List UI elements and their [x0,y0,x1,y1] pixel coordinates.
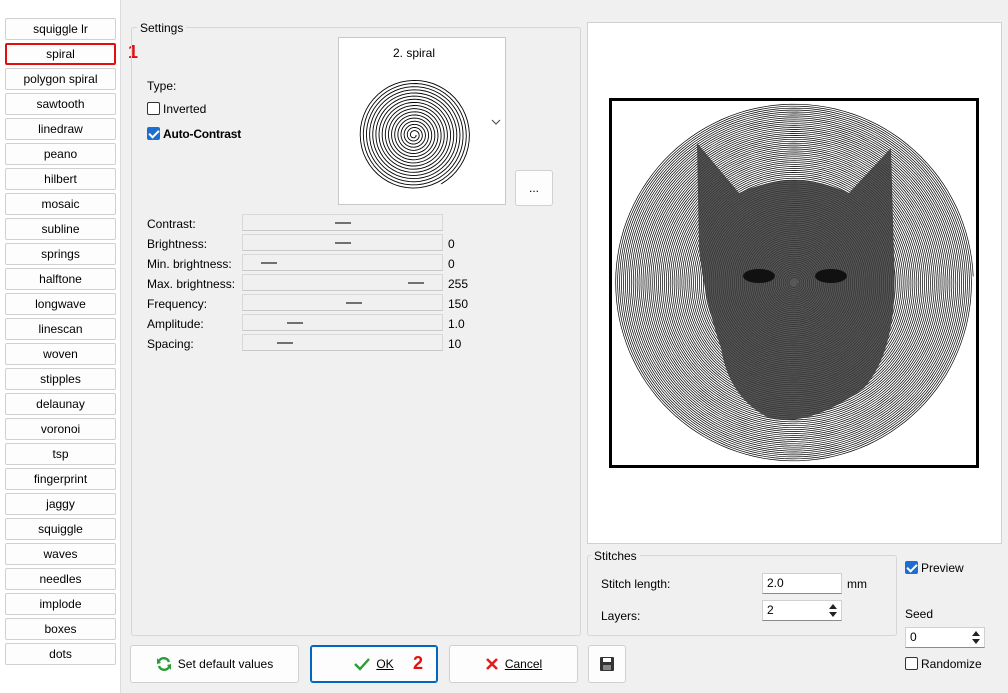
slider-track[interactable] [242,214,443,231]
slider-value: 10 [448,337,462,351]
layers-label: Layers: [601,609,641,623]
set-default-values-button[interactable]: Set default values [130,645,299,683]
auto-contrast-label: Auto-Contrast [163,127,242,141]
type-dropdown-value: 2. spiral [392,46,436,60]
slider-label: Frequency: [147,297,208,311]
slider-value: 0 [448,257,455,271]
stitch-length-input[interactable]: 2.0 [762,573,842,594]
floppy-disk-icon [600,657,614,671]
randomize-checkbox[interactable] [905,657,918,670]
inverted-label: Inverted [163,102,207,116]
layers-spinbox[interactable]: 2 [762,600,842,621]
seed-spin-buttons[interactable] [969,629,983,646]
slider-track[interactable] [242,234,443,251]
algorithm-button[interactable]: delaunay [5,393,116,415]
slider-thumb[interactable] [261,262,277,264]
algorithm-button[interactable]: needles [5,568,116,590]
stitches-group-title: Stitches [591,549,640,563]
cancel-button[interactable]: Cancel [449,645,578,683]
slider-label: Min. brightness: [147,257,232,271]
preview-panel [587,22,1002,544]
algorithm-button[interactable]: jaggy [5,493,116,515]
algorithm-button[interactable]: squiggle lr [5,18,116,40]
algorithm-button[interactable]: halftone [5,268,116,290]
more-options-button[interactable]: ... [515,170,553,206]
algorithm-button[interactable]: fingerprint [5,468,116,490]
algorithm-button[interactable]: linedraw [5,118,116,140]
algorithm-button[interactable]: springs [5,243,116,265]
stitch-length-unit: mm [847,577,867,591]
slider-thumb[interactable] [277,342,293,344]
algorithm-button[interactable]: dots [5,643,116,665]
algorithm-button[interactable]: linescan [5,318,116,340]
preview-image [609,98,979,468]
algorithm-sidebar: squiggle lr spiral polygon spiral sawtooth l… [0,0,121,693]
settings-group-title: Settings [137,21,187,35]
seed-label: Seed [905,607,934,621]
algorithm-button[interactable]: subline [5,218,116,240]
slider-value: 1.0 [448,317,465,331]
algorithm-button[interactable]: implode [5,593,116,615]
algorithm-button[interactable]: voronoi [5,418,116,440]
algorithm-button[interactable]: waves [5,543,116,565]
slider-track[interactable] [242,334,443,351]
algorithm-button[interactable]: woven [5,343,116,365]
preview-label: Preview [921,561,964,575]
layers-value: 2 [767,603,774,617]
slider-track[interactable] [242,274,443,291]
randomize-label: Randomize [921,657,982,671]
slider-thumb[interactable] [287,322,303,324]
type-dropdown[interactable]: 2. spiral [338,37,506,205]
cancel-label: Cancel [504,657,543,671]
stitches-group [587,555,897,636]
slider-value: 255 [448,277,469,291]
type-label: Type: [147,79,177,93]
spiral-thumbnail [359,79,470,189]
refresh-icon [156,657,171,671]
algorithm-button[interactable]: spiral [5,43,116,65]
close-icon [485,658,498,670]
slider-label: Amplitude: [147,317,204,331]
seed-value: 0 [910,630,917,644]
slider-track[interactable] [242,254,443,271]
slider-label: Max. brightness: [147,277,236,291]
chevron-down-icon [491,119,501,125]
algorithm-button[interactable]: squiggle [5,518,116,540]
slider-thumb[interactable] [335,222,351,224]
stitch-length-label: Stitch length: [601,577,671,591]
slider-thumb[interactable] [408,282,424,284]
layers-spin-buttons[interactable] [826,602,840,619]
slider-thumb[interactable] [335,242,351,244]
algorithm-button[interactable]: stipples [5,368,116,390]
auto-contrast-checkbox[interactable] [147,127,160,140]
algorithm-button[interactable]: hilbert [5,168,116,190]
algorithm-button[interactable]: mosaic [5,193,116,215]
algorithm-button[interactable]: tsp [5,443,116,465]
inverted-checkbox[interactable] [147,102,160,115]
algorithm-button[interactable]: longwave [5,293,116,315]
slider-label: Spacing: [147,337,194,351]
algorithm-button[interactable]: boxes [5,618,116,640]
slider-label: Contrast: [147,217,196,231]
algorithm-button[interactable]: peano [5,143,116,165]
slider-track[interactable] [242,314,443,331]
slider-label: Brightness: [147,237,208,251]
slider-value: 150 [448,297,469,311]
slider-value: 0 [448,237,455,251]
slider-track[interactable] [242,294,443,311]
annotation-marker-2: 2 [413,653,424,673]
algorithm-button[interactable]: polygon spiral [5,68,116,90]
save-button[interactable] [588,645,626,683]
ok-label: OK [376,657,394,671]
algorithm-button[interactable]: sawtooth [5,93,116,115]
preview-checkbox[interactable] [905,561,918,574]
checkmark-icon [354,658,371,671]
seed-spinbox[interactable]: 0 [905,627,985,648]
slider-thumb[interactable] [346,302,362,304]
set-default-values-label: Set default values [177,657,274,671]
